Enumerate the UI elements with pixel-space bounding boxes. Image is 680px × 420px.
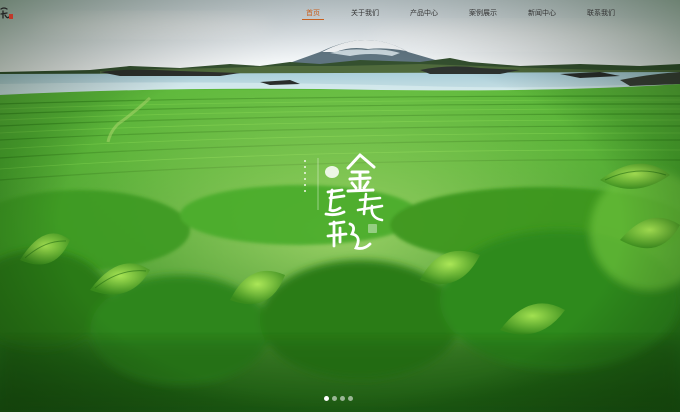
nav-item-news[interactable]: 新闻中心 (522, 0, 562, 26)
calligraphy-logo-icon[interactable] (0, 5, 14, 21)
calligraphy-title (300, 150, 390, 260)
homepage: 首页 关于我们 产品中心 案例展示 新闻中心 联系我们 (0, 0, 680, 420)
slide-dot-4[interactable] (348, 396, 353, 401)
top-navigation-bar: 首页 关于我们 产品中心 案例展示 新闻中心 联系我们 (0, 0, 680, 26)
page-bottom-strip (0, 412, 680, 420)
calligraphy-title-art (304, 153, 384, 250)
slide-indicator (324, 396, 353, 401)
nav-item-products[interactable]: 产品中心 (404, 0, 444, 26)
slide-dot-1[interactable] (324, 396, 329, 401)
nav-item-cases[interactable]: 案例展示 (463, 0, 503, 26)
nav-item-home[interactable]: 首页 (300, 0, 326, 26)
slide-dot-2[interactable] (332, 396, 337, 401)
main-nav: 首页 关于我们 产品中心 案例展示 新闻中心 联系我们 (300, 0, 640, 26)
nav-item-about[interactable]: 关于我们 (345, 0, 385, 26)
slide-dot-3[interactable] (340, 396, 345, 401)
logo-seal-icon (0, 7, 13, 19)
nav-item-contact[interactable]: 联系我们 (581, 0, 621, 26)
